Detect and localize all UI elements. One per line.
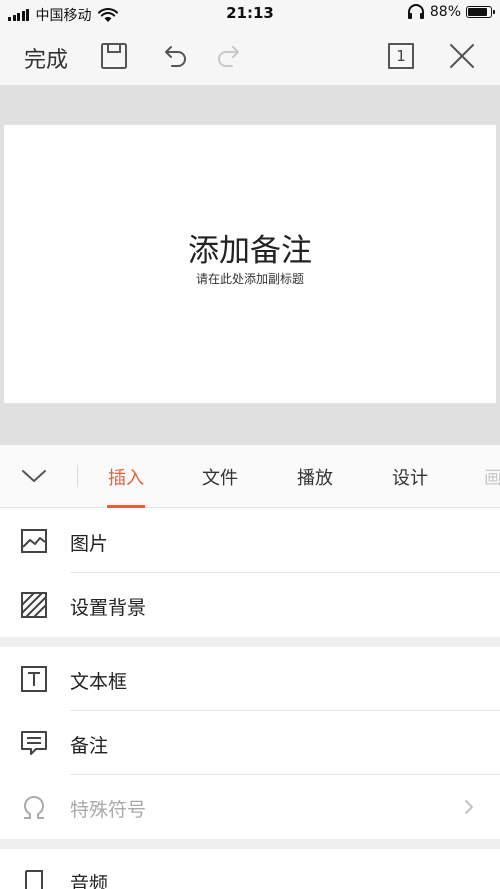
audio-icon	[25, 870, 43, 889]
menu-item-picture[interactable]: 图片	[0, 509, 500, 573]
menu-label-set-background: 设置背景	[70, 597, 147, 619]
save-icon[interactable]	[98, 40, 130, 72]
textbox-icon	[21, 666, 47, 692]
menu-item-textbox[interactable]: 文本框	[0, 647, 500, 711]
status-right: 88%	[407, 4, 495, 20]
ribbon-tab-bar: 插入 文件 播放 设计 画	[0, 445, 500, 508]
status-bar: 中国移动 21:13 88%	[0, 0, 500, 28]
omega-icon	[24, 795, 44, 819]
menu-item-note[interactable]: 备注	[0, 711, 500, 775]
chevron-down-icon[interactable]	[18, 463, 50, 489]
battery-icon	[466, 6, 495, 18]
battery-percent: 88%	[429, 4, 461, 20]
slide-subtitle[interactable]: 请在此处添加副标题	[4, 270, 496, 287]
menu-item-special-symbols[interactable]: 特殊符号	[0, 775, 500, 839]
menu-item-set-background[interactable]: 设置背景	[0, 573, 500, 637]
chevron-right-icon	[465, 800, 473, 814]
close-icon[interactable]	[446, 40, 478, 72]
menu-label-audio: 音频	[70, 873, 109, 889]
tab-insert[interactable]: 插入	[108, 464, 144, 490]
redo-icon[interactable]	[214, 40, 246, 72]
tab-draw[interactable]: 画	[484, 464, 500, 490]
done-button[interactable]: 完成	[24, 42, 68, 74]
tab-design[interactable]: 设计	[392, 464, 428, 490]
slide-canvas[interactable]: 添加备注 请在此处添加副标题	[4, 125, 496, 403]
battery-fill	[468, 8, 488, 16]
menu-item-audio[interactable]: 音频	[0, 849, 500, 889]
page-indicator: 1	[396, 47, 406, 65]
tab-separator	[77, 465, 78, 487]
image-icon	[21, 529, 47, 553]
slide-title[interactable]: 添加备注	[4, 225, 496, 270]
editor-toolbar: 完成 1	[0, 28, 500, 85]
menu-label-textbox: 文本框	[70, 671, 128, 693]
group-gap	[0, 839, 500, 849]
undo-icon[interactable]	[158, 40, 190, 72]
menu-label-note: 备注	[70, 735, 109, 757]
active-tab-indicator	[107, 505, 145, 508]
group-gap	[0, 637, 500, 647]
menu-label-special-symbols: 特殊符号	[70, 799, 147, 821]
tab-file[interactable]: 文件	[202, 464, 238, 490]
background-icon	[21, 592, 47, 618]
slide-preview-area: 添加备注 请在此处添加副标题	[0, 85, 500, 445]
headphones-icon	[407, 4, 424, 19]
page-count-icon[interactable]: 1	[388, 43, 414, 69]
note-icon	[21, 731, 47, 755]
tab-play[interactable]: 播放	[297, 464, 333, 490]
menu-label-picture: 图片	[70, 533, 109, 555]
